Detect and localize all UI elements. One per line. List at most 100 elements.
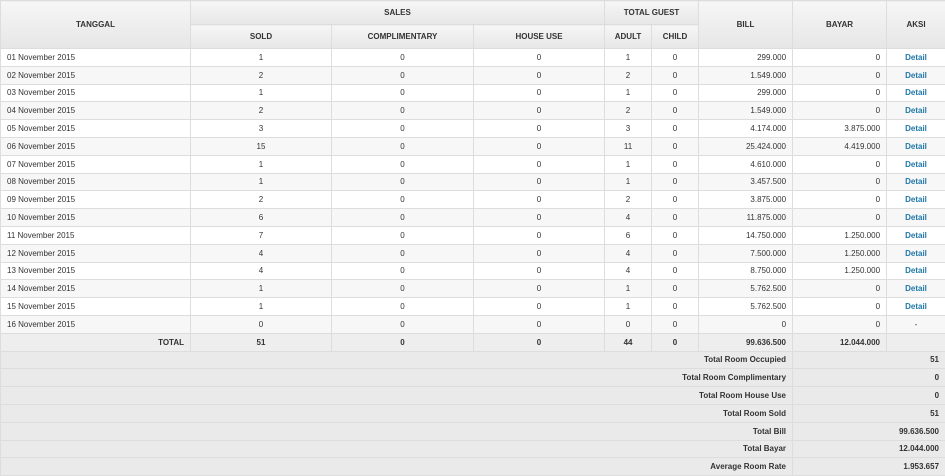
row-bayar: 0 xyxy=(793,209,887,227)
summary-row: Total Bill99.636.500 xyxy=(1,422,945,440)
row-bill: 5.762.500 xyxy=(699,280,793,298)
row-bayar: 0 xyxy=(793,191,887,209)
row-bayar: 0 xyxy=(793,102,887,120)
row-complimentary: 0 xyxy=(332,209,474,227)
row-bayar: 0 xyxy=(793,84,887,102)
row-complimentary: 0 xyxy=(332,191,474,209)
table-row: 12 November 2015400407.500.0001.250.000D… xyxy=(1,244,945,262)
detail-link[interactable]: Detail xyxy=(905,302,927,311)
header-bill: BILL xyxy=(699,1,793,49)
detail-link[interactable]: Detail xyxy=(905,71,927,80)
summary-label: Total Bayar xyxy=(1,440,793,458)
row-aksi: Detail xyxy=(887,49,945,67)
table-row: 09 November 2015200203.875.0000Detail xyxy=(1,191,945,209)
row-adult: 2 xyxy=(605,102,652,120)
row-sold: 0 xyxy=(191,315,332,333)
row-house-use: 0 xyxy=(474,155,605,173)
row-child: 0 xyxy=(652,102,699,120)
row-bayar: 1.250.000 xyxy=(793,244,887,262)
row-aksi: Detail xyxy=(887,280,945,298)
row-date: 07 November 2015 xyxy=(1,155,191,173)
row-aksi: Detail xyxy=(887,298,945,316)
detail-link[interactable]: Detail xyxy=(905,195,927,204)
row-child: 0 xyxy=(652,226,699,244)
summary-label: Total Room Complimentary xyxy=(1,369,793,387)
row-complimentary: 0 xyxy=(332,244,474,262)
row-sold: 1 xyxy=(191,84,332,102)
detail-link[interactable]: Detail xyxy=(905,160,927,169)
total-bayar: 12.044.000 xyxy=(793,333,887,351)
summary-value: 99.636.500 xyxy=(793,422,945,440)
row-bill: 0 xyxy=(699,315,793,333)
row-adult: 6 xyxy=(605,226,652,244)
row-adult: 1 xyxy=(605,49,652,67)
row-aksi: Detail xyxy=(887,120,945,138)
detail-link[interactable]: Detail xyxy=(905,106,927,115)
row-sold: 1 xyxy=(191,280,332,298)
row-date: 13 November 2015 xyxy=(1,262,191,280)
total-aksi xyxy=(887,333,945,351)
row-adult: 3 xyxy=(605,120,652,138)
row-bayar: 3.875.000 xyxy=(793,120,887,138)
header-complimentary: COMPLIMENTARY xyxy=(332,25,474,49)
row-sold: 6 xyxy=(191,209,332,227)
summary-value: 51 xyxy=(793,404,945,422)
total-sold: 51 xyxy=(191,333,332,351)
detail-link[interactable]: Detail xyxy=(905,249,927,258)
row-adult: 1 xyxy=(605,173,652,191)
row-complimentary: 0 xyxy=(332,120,474,138)
row-date: 08 November 2015 xyxy=(1,173,191,191)
summary-row: Average Room Rate1.953.657 xyxy=(1,458,945,476)
summary-label: Total Room Occupied xyxy=(1,351,793,369)
row-aksi: - xyxy=(887,315,945,333)
detail-link[interactable]: Detail xyxy=(905,231,927,240)
row-date: 12 November 2015 xyxy=(1,244,191,262)
detail-link[interactable]: Detail xyxy=(905,142,927,151)
table-row: 01 November 201510010299.0000Detail xyxy=(1,49,945,67)
row-aksi: Detail xyxy=(887,226,945,244)
detail-link[interactable]: Detail xyxy=(905,124,927,133)
row-child: 0 xyxy=(652,120,699,138)
row-house-use: 0 xyxy=(474,244,605,262)
row-bill: 3.875.000 xyxy=(699,191,793,209)
table-row: 07 November 2015100104.610.0000Detail xyxy=(1,155,945,173)
row-complimentary: 0 xyxy=(332,49,474,67)
row-sold: 1 xyxy=(191,173,332,191)
row-sold: 2 xyxy=(191,66,332,84)
table-row: 04 November 2015200201.549.0000Detail xyxy=(1,102,945,120)
row-date: 01 November 2015 xyxy=(1,49,191,67)
row-date: 15 November 2015 xyxy=(1,298,191,316)
row-child: 0 xyxy=(652,209,699,227)
detail-link[interactable]: Detail xyxy=(905,213,927,222)
row-child: 0 xyxy=(652,155,699,173)
row-sold: 15 xyxy=(191,137,332,155)
table-row: 13 November 2015400408.750.0001.250.000D… xyxy=(1,262,945,280)
row-bayar: 0 xyxy=(793,280,887,298)
row-bill: 11.875.000 xyxy=(699,209,793,227)
row-child: 0 xyxy=(652,49,699,67)
row-house-use: 0 xyxy=(474,173,605,191)
detail-link[interactable]: Detail xyxy=(905,88,927,97)
detail-link[interactable]: Detail xyxy=(905,53,927,62)
row-adult: 1 xyxy=(605,155,652,173)
row-house-use: 0 xyxy=(474,120,605,138)
detail-link[interactable]: Detail xyxy=(905,177,927,186)
row-date: 10 November 2015 xyxy=(1,209,191,227)
detail-link[interactable]: Detail xyxy=(905,284,927,293)
row-child: 0 xyxy=(652,173,699,191)
row-aksi: Detail xyxy=(887,173,945,191)
table-row: 06 November 2015150011025.424.0004.419.0… xyxy=(1,137,945,155)
row-date: 14 November 2015 xyxy=(1,280,191,298)
total-house-use: 0 xyxy=(474,333,605,351)
row-bayar: 0 xyxy=(793,66,887,84)
header-total-guest: TOTAL GUEST xyxy=(605,1,699,25)
row-adult: 4 xyxy=(605,244,652,262)
row-house-use: 0 xyxy=(474,84,605,102)
summary-label: Total Bill xyxy=(1,422,793,440)
row-adult: 1 xyxy=(605,280,652,298)
row-child: 0 xyxy=(652,262,699,280)
row-adult: 4 xyxy=(605,262,652,280)
row-house-use: 0 xyxy=(474,262,605,280)
row-bayar: 0 xyxy=(793,298,887,316)
detail-link[interactable]: Detail xyxy=(905,266,927,275)
